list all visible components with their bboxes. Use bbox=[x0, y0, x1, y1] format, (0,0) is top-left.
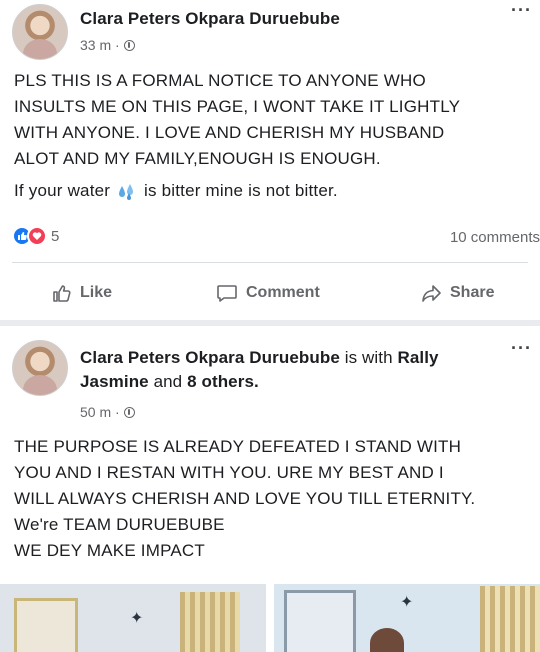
share-icon bbox=[422, 285, 441, 302]
with-text: is with bbox=[344, 348, 393, 367]
more-options-icon[interactable]: ··· bbox=[511, 338, 532, 359]
timestamp-text: 33 m · bbox=[80, 37, 120, 53]
avatar[interactable] bbox=[12, 340, 68, 396]
globe-icon bbox=[123, 39, 135, 51]
post-line: YOU AND I RESTAN WITH YOU. URE MY BEST A… bbox=[14, 463, 444, 482]
share-label: Share bbox=[450, 284, 495, 301]
post-card-1: Clara Peters Okpara Duruebube 33 m · ···… bbox=[0, 0, 540, 320]
like-label: Like bbox=[80, 284, 113, 301]
water-text-after: is bitter mine is not bitter. bbox=[144, 181, 338, 200]
divider bbox=[12, 262, 528, 263]
post-line: PLS THIS IS A FORMAL NOTICE TO ANYONE WH… bbox=[14, 71, 426, 90]
post-line: WILL ALWAYS CHERISH AND LOVE YOU TILL ET… bbox=[14, 489, 476, 508]
post-text: THE PURPOSE IS ALREADY DEFEATED I STAND … bbox=[14, 434, 530, 564]
post-line: INSULTS ME ON THIS PAGE, I WONT TAKE IT … bbox=[14, 97, 461, 116]
post-text: PLS THIS IS A FORMAL NOTICE TO ANYONE WH… bbox=[14, 68, 530, 204]
post-line: WE DEY MAKE IMPACT bbox=[14, 541, 205, 560]
post-line: ALOT AND MY FAMILY,ENOUGH IS ENOUGH. bbox=[14, 149, 381, 168]
and-text: and bbox=[153, 372, 183, 391]
reaction-count: 5 bbox=[51, 227, 60, 245]
timestamp-text: 50 m · bbox=[80, 404, 120, 420]
globe-icon bbox=[123, 406, 135, 418]
post-photos[interactable]: ✦ ✦ bbox=[0, 584, 540, 652]
post-photo-1[interactable]: ✦ bbox=[0, 584, 266, 652]
post-timestamp[interactable]: 33 m · bbox=[80, 37, 135, 53]
curtain bbox=[480, 586, 540, 652]
reaction-summary[interactable]: 5 bbox=[12, 226, 59, 246]
avatar[interactable] bbox=[12, 4, 68, 60]
person-head bbox=[370, 628, 404, 652]
comment-label: Comment bbox=[246, 284, 320, 301]
post-line: We're TEAM DURUEBUBE bbox=[14, 515, 225, 534]
wall-frame bbox=[284, 590, 356, 652]
wall-frame bbox=[14, 598, 78, 652]
post-line: THE PURPOSE IS ALREADY DEFEATED I STAND … bbox=[14, 437, 462, 456]
share-button[interactable]: Share bbox=[420, 283, 494, 303]
tagged-person[interactable]: Rally bbox=[397, 348, 438, 367]
post-timestamp[interactable]: 50 m · bbox=[80, 404, 135, 420]
like-button[interactable]: Like bbox=[52, 283, 112, 303]
water-drops-icon bbox=[119, 183, 134, 200]
thumbs-up-icon bbox=[53, 285, 71, 302]
post-line: WITH ANYONE. I LOVE AND CHERISH MY HUSBA… bbox=[14, 123, 445, 142]
comments-count[interactable]: 10 comments bbox=[450, 229, 540, 246]
post-author[interactable]: Clara Peters Okpara Duruebube bbox=[80, 348, 340, 367]
curtain bbox=[180, 592, 240, 652]
love-reaction-icon bbox=[27, 226, 47, 246]
post-author-line: Clara Peters Okpara Duruebube is with Ra… bbox=[80, 346, 510, 394]
more-options-icon[interactable]: ··· bbox=[511, 0, 532, 21]
post-line: If your water is bitter mine is not bitt… bbox=[14, 178, 530, 204]
butterfly-decor-icon: ✦ bbox=[130, 610, 144, 627]
water-text-before: If your water bbox=[14, 181, 111, 200]
post-photo-2[interactable]: ✦ bbox=[274, 584, 540, 652]
post-card-2: Clara Peters Okpara Duruebube is with Ra… bbox=[0, 326, 540, 652]
butterfly-decor-icon: ✦ bbox=[400, 594, 414, 611]
post-author[interactable]: Clara Peters Okpara Duruebube bbox=[80, 9, 340, 29]
comment-button[interactable]: Comment bbox=[216, 283, 320, 303]
tagged-others[interactable]: 8 others. bbox=[187, 372, 259, 391]
comment-icon bbox=[217, 285, 237, 302]
tagged-person-cont[interactable]: Jasmine bbox=[80, 372, 149, 391]
